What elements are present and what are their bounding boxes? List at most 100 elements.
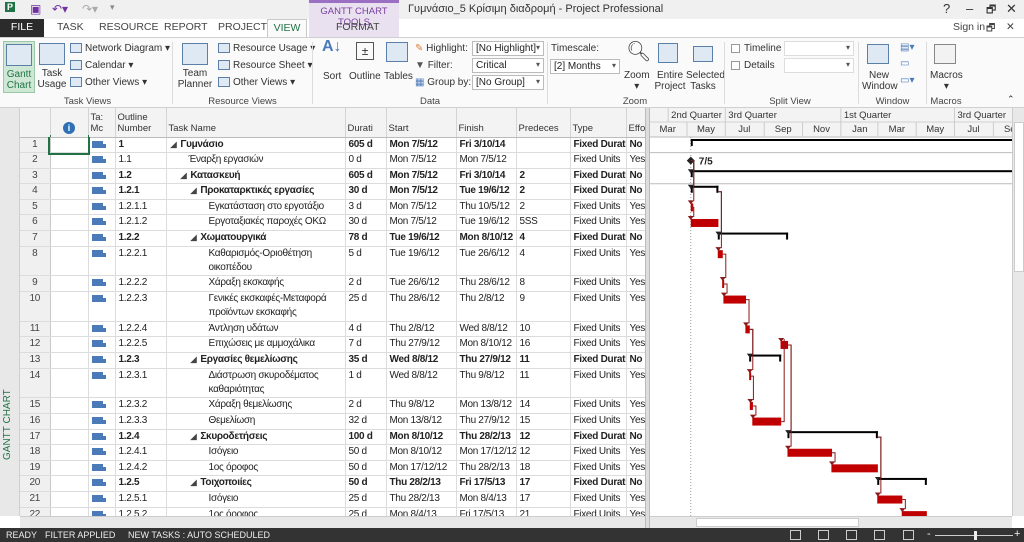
finish-cell[interactable]: Wed 8/8/12 xyxy=(456,321,517,338)
predecessors-cell[interactable]: 4 xyxy=(516,246,571,277)
type-cell[interactable]: Fixed Units xyxy=(570,291,627,322)
table-row[interactable]: 10 1.2.2.3 Γενικές εκσκαφές-Μεταφορά προϊό… xyxy=(20,291,645,322)
row-number[interactable]: 19 xyxy=(20,460,51,477)
vertical-scrollbar[interactable] xyxy=(1012,108,1024,516)
task-name-cell[interactable]: ◢ Σκυροδετήσεις xyxy=(166,429,346,446)
task-name-cell[interactable]: 1ος όροφος xyxy=(166,460,346,477)
effort-driven-header[interactable]: Effo xyxy=(626,108,645,138)
table-row[interactable]: 20 1.2.5 ◢ Τοιχοποιίες 50 d Thu 28/2/13 Fri 17… xyxy=(20,475,645,493)
finish-cell[interactable]: Thu 28/6/12 xyxy=(456,275,517,293)
task-mode-cell[interactable] xyxy=(88,168,116,185)
indicators-cell[interactable] xyxy=(50,368,89,399)
start-cell[interactable]: Mon 8/10/12 xyxy=(386,429,457,446)
type-cell[interactable]: Fixed Duration xyxy=(570,183,627,200)
outline-number-cell[interactable]: 1.2.3 xyxy=(115,352,167,369)
gantt-horizontal-scrollbar[interactable] xyxy=(650,516,1012,528)
task-mode-cell[interactable] xyxy=(88,397,116,415)
task-name-cell[interactable]: Επιχώσεις με αμμοχάλικα xyxy=(166,336,346,354)
start-cell[interactable]: Thu 28/2/13 xyxy=(386,491,457,508)
details-checkbox[interactable]: Details xyxy=(731,60,775,71)
selected-tasks-button[interactable]: Selected Tasks xyxy=(686,70,725,92)
start-cell[interactable]: Mon 17/12/12 xyxy=(386,460,457,477)
task-name-cell[interactable]: Διάστρωση σκυροδέματος καθαριότητας xyxy=(166,368,346,399)
table-row[interactable]: 4 1.2.1 ◢ Προκαταρκτικές εργασίες 30 d Mon 7/… xyxy=(20,183,645,200)
type-cell[interactable]: Fixed Units xyxy=(570,214,627,232)
gantt-scroll-thumb[interactable] xyxy=(696,518,859,527)
effort-driven-cell[interactable]: No xyxy=(626,137,645,154)
outline-number-cell[interactable]: 1.2.2 xyxy=(115,230,167,247)
start-cell[interactable]: Tue 26/6/12 xyxy=(386,275,457,293)
duration-cell[interactable]: 25 d xyxy=(345,507,387,516)
task-mode-cell[interactable] xyxy=(88,444,116,461)
restore-ribbon-icon[interactable]: 🗗 xyxy=(986,21,995,38)
predecessors-cell[interactable]: 14 xyxy=(516,397,571,415)
type-cell[interactable]: Fixed Units xyxy=(570,152,627,169)
table-row[interactable]: 22 1.2.5.2 1ος όροφος 25 d Mon 8/4/13 Fri 17/… xyxy=(20,507,645,516)
task-mode-cell[interactable] xyxy=(88,152,116,169)
finish-cell[interactable]: Mon 8/10/12 xyxy=(456,230,517,247)
indicators-cell[interactable] xyxy=(50,246,89,277)
finish-cell[interactable]: Mon 17/12/12 xyxy=(456,444,517,461)
table-row[interactable]: 19 1.2.4.2 1ος όροφος 50 d Mon 17/12/12 Thu 2… xyxy=(20,460,645,477)
collapse-icon[interactable]: ◢ xyxy=(191,186,197,195)
collapse-icon[interactable]: ◢ xyxy=(181,171,187,180)
row-number[interactable]: 1 xyxy=(20,137,51,154)
task-name-cell[interactable]: Γενικές εκσκαφές-Μεταφορά προϊόντων εκσκ… xyxy=(166,291,346,322)
start-cell[interactable]: Wed 8/8/12 xyxy=(386,368,457,399)
switch-windows-icon[interactable]: ▭▾ xyxy=(900,75,914,86)
type-cell[interactable]: Fixed Units xyxy=(570,246,627,277)
start-header[interactable]: Start xyxy=(386,108,457,138)
predecessors-cell[interactable]: 12 xyxy=(516,429,571,446)
table-row[interactable]: 14 1.2.3.1 Διάστρωση σκυροδέματος καθαριότ… xyxy=(20,368,645,399)
table-row[interactable]: 7 1.2.2 ◢ Χωματουργικά 78 d Tue 19/6/12 Mon 8/… xyxy=(20,230,645,247)
indicators-cell[interactable] xyxy=(50,321,89,338)
effort-driven-cell[interactable]: No xyxy=(626,352,645,369)
duration-cell[interactable]: 1 d xyxy=(345,368,387,399)
row-number[interactable]: 2 xyxy=(20,152,51,169)
task-mode-cell[interactable] xyxy=(88,230,116,247)
task-usage-button[interactable]: Task Usage xyxy=(37,41,67,93)
type-cell[interactable]: Fixed Duration xyxy=(570,137,627,154)
start-cell[interactable]: Mon 13/8/12 xyxy=(386,413,457,430)
predecessors-cell[interactable]: 2 xyxy=(516,168,571,185)
indicators-cell[interactable] xyxy=(50,291,89,322)
duration-cell[interactable]: 4 d xyxy=(345,321,387,338)
status-new-tasks[interactable]: NEW TASKS : AUTO SCHEDULED xyxy=(128,530,270,540)
task-mode-cell[interactable] xyxy=(88,246,116,277)
finish-cell[interactable]: Mon 13/8/12 xyxy=(456,397,517,415)
row-number[interactable]: 16 xyxy=(20,413,51,430)
outline-number-cell[interactable]: 1.2.1.1 xyxy=(115,199,167,216)
predecessors-header[interactable]: Predeces xyxy=(516,108,571,138)
outline-number-cell[interactable]: 1.2.4 xyxy=(115,429,167,446)
finish-cell[interactable]: Tue 19/6/12 xyxy=(456,214,517,232)
table-row[interactable]: 3 1.2 ◢ Κατασκευή 605 d Mon 7/5/12 Fri 3/10/14… xyxy=(20,168,645,185)
finish-cell[interactable]: Mon 7/5/12 xyxy=(456,152,517,169)
redo-icon[interactable]: ↷▾ xyxy=(82,2,98,16)
effort-driven-cell[interactable]: Yes xyxy=(626,246,645,277)
effort-driven-cell[interactable]: No xyxy=(626,168,645,185)
outline-number-cell[interactable]: 1.2.2.5 xyxy=(115,336,167,354)
timescale-dropdown[interactable]: [2] Months xyxy=(550,59,620,74)
type-cell[interactable]: Fixed Units xyxy=(570,368,627,399)
indicators-cell[interactable] xyxy=(50,397,89,415)
duration-cell[interactable]: 3 d xyxy=(345,199,387,216)
task-mode-cell[interactable] xyxy=(88,321,116,338)
tab-report[interactable]: REPORT xyxy=(164,21,208,33)
outline-number-cell[interactable]: 1.2.3.1 xyxy=(115,368,167,399)
effort-driven-cell[interactable]: No xyxy=(626,183,645,200)
type-cell[interactable]: Fixed Units xyxy=(570,413,627,430)
task-name-cell[interactable]: ◢ Προκαταρκτικές εργασίες xyxy=(166,183,346,200)
highlight-dropdown[interactable]: [No Highlight] xyxy=(472,41,544,56)
outline-number-cell[interactable]: 1.2.4.2 xyxy=(115,460,167,477)
finish-cell[interactable]: Tue 26/6/12 xyxy=(456,246,517,277)
duration-cell[interactable]: 30 d xyxy=(345,183,387,200)
start-cell[interactable]: Tue 19/6/12 xyxy=(386,246,457,277)
task-other-views-button[interactable]: Other Views ▾ xyxy=(70,77,147,88)
row-number[interactable]: 5 xyxy=(20,199,51,216)
row-number[interactable]: 20 xyxy=(20,475,51,493)
duration-cell[interactable]: 7 d xyxy=(345,336,387,354)
duration-cell[interactable]: 605 d xyxy=(345,168,387,185)
team-planner-button[interactable]: Team Planner xyxy=(176,41,214,93)
start-cell[interactable]: Mon 8/4/13 xyxy=(386,507,457,516)
row-number[interactable]: 7 xyxy=(20,230,51,247)
